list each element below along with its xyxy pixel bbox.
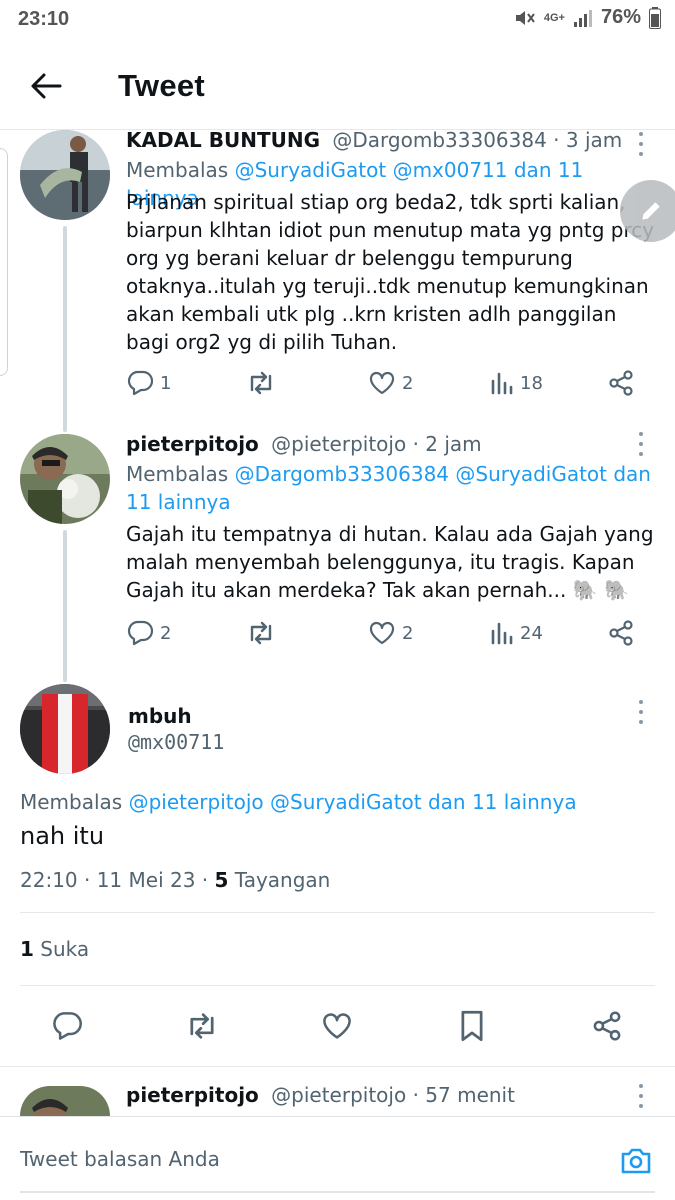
- compose-fab[interactable]: [620, 180, 675, 242]
- author-name[interactable]: mbuh: [128, 704, 192, 728]
- main-tweet-actions: [0, 1006, 675, 1046]
- likes-summary[interactable]: 1 Suka: [20, 937, 89, 961]
- like-count: 2: [402, 372, 414, 394]
- divider: [20, 912, 655, 913]
- bookmark-button[interactable]: [452, 1006, 492, 1046]
- replying-links[interactable]: @pieterpitojo @SuryadiGatot dan 11 lainn…: [129, 790, 577, 814]
- share-button[interactable]: [587, 1006, 627, 1046]
- like-count: 2: [402, 622, 414, 644]
- reply-count: 1: [160, 372, 172, 394]
- author-name[interactable]: pieterpitojo: [126, 1083, 259, 1107]
- page-title: Tweet: [118, 68, 206, 103]
- comment-icon: [53, 1012, 82, 1040]
- views-label: Tayangan: [228, 868, 331, 892]
- author-handle[interactable]: @Dargomb33306384 · 3 jam: [332, 128, 622, 152]
- reply-button[interactable]: 1: [126, 368, 171, 398]
- author-handle[interactable]: @pieterpitojo · 2 jam: [271, 432, 482, 456]
- view-count: 24: [520, 622, 543, 644]
- share-button[interactable]: [608, 618, 634, 648]
- app-header: Tweet: [0, 40, 675, 132]
- retweet-icon: [190, 1013, 214, 1039]
- back-button[interactable]: [22, 64, 70, 108]
- status-icons: 4G+ 76%: [514, 6, 661, 29]
- like-button[interactable]: 2: [368, 618, 413, 648]
- author-handle[interactable]: @mx00711: [128, 730, 224, 754]
- heart-icon: [369, 371, 395, 395]
- views-count: 5: [214, 868, 229, 892]
- divider: [20, 985, 655, 986]
- replying-to: Membalas @pieterpitojo @SuryadiGatot dan…: [20, 790, 577, 814]
- author-name[interactable]: pieterpitojo: [126, 432, 259, 456]
- reply-compose-bar: Tweet balasan Anda: [0, 1116, 675, 1200]
- heart-icon: [369, 621, 395, 645]
- views-button[interactable]: 24: [490, 618, 543, 648]
- reply-author-row: pieterpitojo @pieterpitojo · 2 jam: [126, 432, 482, 456]
- author-name[interactable]: KADAL BUNTUNG: [126, 128, 320, 152]
- retweet-button[interactable]: [246, 368, 276, 398]
- reply-button[interactable]: [47, 1006, 87, 1046]
- network-label: 4G+: [543, 11, 565, 24]
- bar-chart-icon: [491, 622, 513, 645]
- battery-percent: 76%: [600, 6, 641, 28]
- replying-to: Membalas @Dargomb33306384 @SuryadiGatot …: [126, 460, 656, 516]
- heart-icon: [323, 1013, 351, 1039]
- avatar[interactable]: [20, 1086, 110, 1116]
- view-count: 18: [520, 372, 543, 394]
- avatar[interactable]: [20, 434, 110, 524]
- comment-icon: [127, 370, 154, 396]
- share-icon: [609, 370, 633, 396]
- divider: [0, 1066, 675, 1067]
- more-options-icon[interactable]: [637, 132, 645, 156]
- comment-icon: [127, 620, 154, 646]
- status-time: 23:10: [18, 8, 70, 30]
- tweet-actions: 2 2 24: [126, 618, 646, 648]
- timestamp[interactable]: 22:10 · 11 Mei 23 ·: [20, 868, 215, 892]
- reply-input[interactable]: Tweet balasan Anda: [20, 1147, 220, 1171]
- tweet-text: Gajah itu tempatnya di hutan. Kalau ada …: [126, 522, 654, 602]
- replying-prefix: Membalas: [126, 462, 235, 486]
- avatar[interactable]: [20, 684, 110, 774]
- reply-button[interactable]: 2: [126, 618, 171, 648]
- status-bar: 23:10 4G+ 76%: [0, 0, 675, 40]
- replying-prefix: Membalas: [20, 790, 129, 814]
- share-icon: [593, 1011, 621, 1041]
- camera-button[interactable]: [616, 1141, 656, 1181]
- share-icon: [609, 620, 633, 646]
- author-handle[interactable]: @pieterpitojo · 57 menit: [271, 1083, 515, 1107]
- share-button[interactable]: [608, 368, 634, 398]
- more-options-icon[interactable]: [637, 432, 645, 456]
- like-button[interactable]: 2: [368, 368, 413, 398]
- like-button[interactable]: [317, 1006, 357, 1046]
- tweet-actions: 1 2 18: [126, 368, 646, 398]
- battery-icon: [649, 6, 661, 29]
- arrow-left-icon: [31, 73, 62, 99]
- retweet-button[interactable]: [182, 1006, 222, 1046]
- more-options-icon[interactable]: [637, 700, 645, 724]
- retweet-icon: [250, 371, 272, 395]
- thread-connector: [63, 226, 67, 432]
- mute-icon: [515, 10, 535, 25]
- tweet-text: nah itu: [20, 822, 105, 850]
- retweet-icon: [250, 621, 272, 645]
- bar-chart-icon: [491, 372, 513, 395]
- reply-author-row: pieterpitojo @pieterpitojo · 57 menit: [126, 1083, 515, 1107]
- more-options-icon[interactable]: [637, 1084, 645, 1108]
- likes-count: 1: [20, 937, 34, 961]
- reply-count: 2: [160, 622, 172, 644]
- likes-label: Suka: [33, 937, 90, 961]
- tweet-meta: 22:10 · 11 Mei 23 · 5 Tayangan: [20, 868, 330, 892]
- compose-underline: [20, 1191, 655, 1193]
- scroll-indicator: [0, 148, 8, 376]
- thread-connector: [63, 530, 67, 682]
- signal-icon: [573, 9, 592, 27]
- avatar[interactable]: [20, 130, 110, 220]
- retweet-button[interactable]: [246, 618, 276, 648]
- camera-icon: [621, 1148, 651, 1174]
- replying-prefix: Membalas: [126, 158, 235, 182]
- bookmark-icon: [461, 1010, 483, 1042]
- reply-author-row: KADAL BUNTUNG @Dargomb33306384 · 3 jam: [126, 128, 622, 152]
- pencil-icon: [642, 202, 660, 220]
- tweet-text: Prjlanan spiritual stiap org beda2, tdk …: [126, 190, 655, 354]
- views-button[interactable]: 18: [490, 368, 543, 398]
